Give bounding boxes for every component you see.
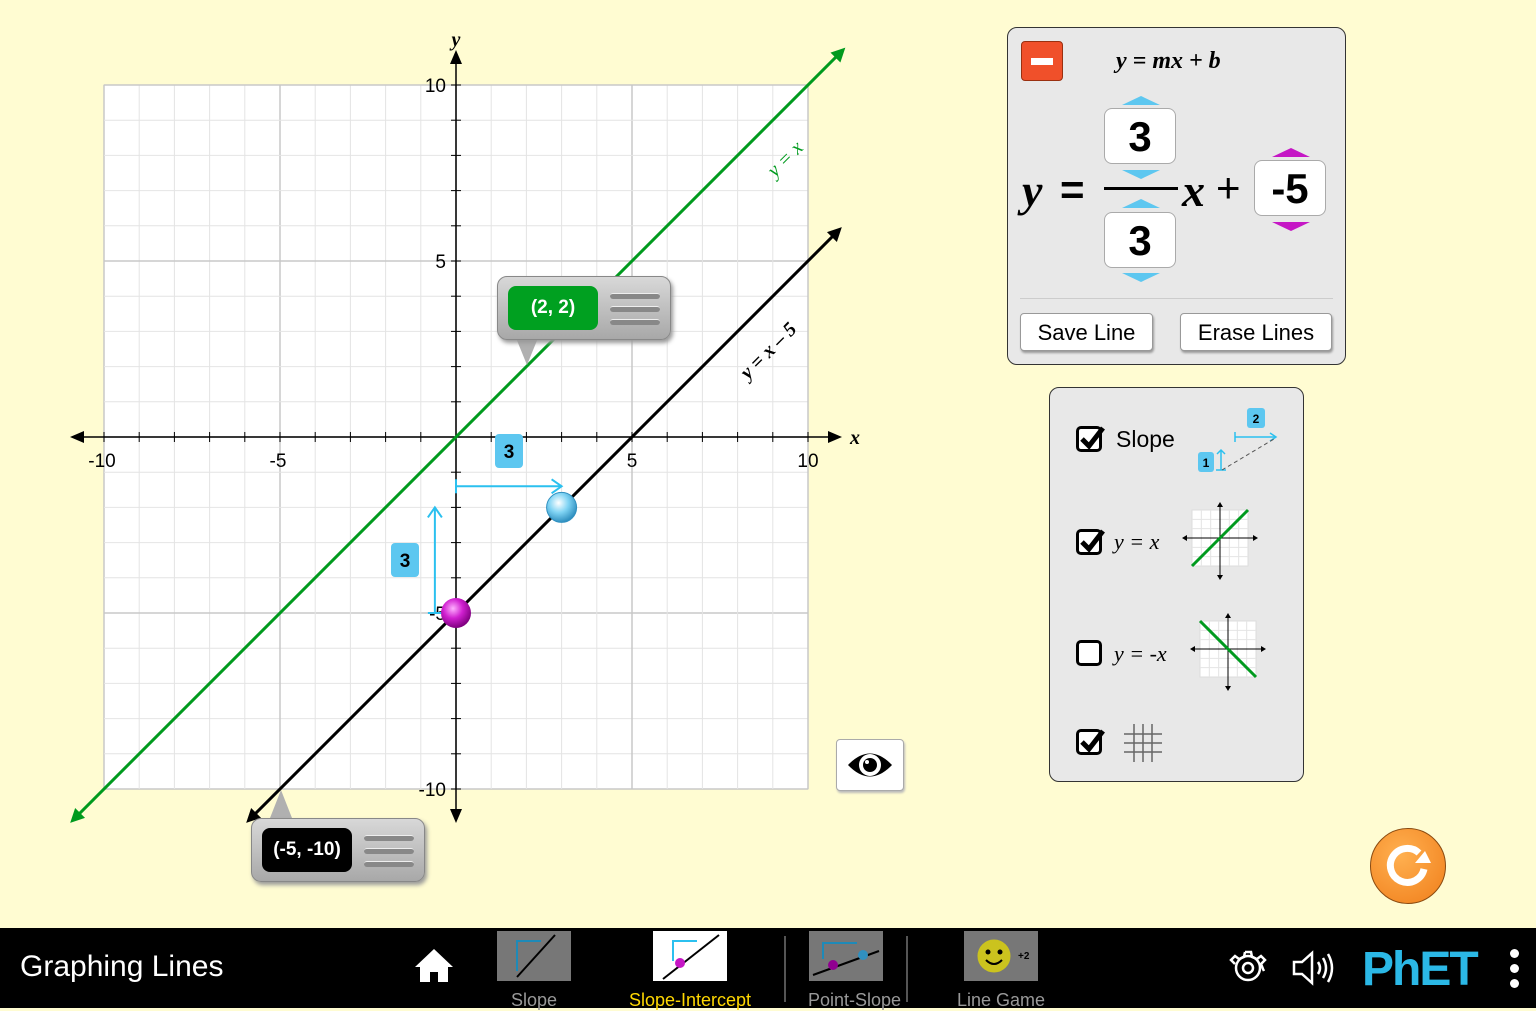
reset-all-button[interactable] [1370, 828, 1446, 904]
slope-intercept-screen-icon [653, 931, 727, 981]
grip-icon [610, 293, 660, 299]
mini-arrow [1253, 535, 1258, 541]
point-tool-value: (2, 2) [508, 286, 598, 330]
grip-icon [364, 848, 414, 854]
point-tool-bottom[interactable]: (-5, -10) [251, 818, 425, 882]
grip-icon [364, 861, 414, 867]
sound-icon[interactable] [1290, 948, 1336, 988]
grip-icon [364, 835, 414, 841]
y-equals-x-checkbox[interactable] [1076, 529, 1105, 555]
rise-increment-arrow[interactable] [1122, 96, 1160, 105]
checkmark-icon [1080, 529, 1105, 553]
slope-option-label: Slope [1116, 426, 1175, 452]
x-axis-label: x [849, 427, 860, 449]
x-axis-arrow-left [70, 431, 84, 443]
checkmark-icon [1080, 729, 1105, 753]
slope-checkbox[interactable] [1076, 426, 1105, 452]
equation-form-title: y = mx + b [1116, 48, 1221, 74]
menu-dot[interactable] [1510, 949, 1519, 958]
point-slope-screen-icon [809, 931, 883, 981]
x-tick-label: -10 [88, 451, 115, 472]
mini-arrow [1190, 646, 1195, 652]
y-symbol: y [1022, 165, 1043, 216]
separator [906, 936, 908, 1002]
run-increment-arrow[interactable] [1122, 199, 1160, 208]
y-equals-negative-x-icon [1190, 613, 1266, 691]
menu-dot[interactable] [1510, 979, 1519, 988]
mini-arrow [1182, 535, 1187, 541]
rise-picker[interactable]: 3 [1104, 108, 1176, 164]
y-equals-negative-x-checkbox[interactable] [1076, 640, 1102, 666]
divider [1020, 298, 1333, 299]
menu-dot[interactable] [1510, 964, 1519, 973]
intercept-point-handle[interactable] [441, 598, 471, 628]
intercept-picker[interactable]: -5 [1254, 160, 1326, 216]
navigation-bar: Graphing Lines Slope Slope-Intercept Poi… [0, 928, 1536, 1011]
show-lines-toggle-button[interactable] [836, 739, 904, 791]
options-panel: Slope 2 1 y = x y = -x [1049, 387, 1304, 782]
x-tick-label: -5 [270, 451, 287, 472]
grid-checkbox[interactable] [1076, 729, 1105, 755]
screen-tab-point-slope[interactable]: Point-Slope [808, 931, 901, 1011]
point-tool-value: (-5, -10) [262, 828, 352, 872]
x-symbol: x [1182, 165, 1205, 216]
save-line-button[interactable]: Save Line [1020, 313, 1153, 351]
mini-arrow [1225, 613, 1231, 618]
x-tick-label: 10 [797, 451, 818, 472]
y-equals-negative-x-label: y = -x [1114, 641, 1167, 666]
grip-icon [610, 306, 660, 312]
svg-text:1: 1 [1203, 456, 1210, 470]
run-decrement-arrow[interactable] [1122, 273, 1160, 282]
run-value: 3 [504, 442, 515, 463]
eye-icon [848, 753, 892, 777]
app-title: Graphing Lines [20, 950, 224, 983]
y-axis-label: y [450, 29, 461, 51]
slope-option-icon: 2 1 [1198, 408, 1278, 472]
y-tick-label: -10 [419, 780, 446, 801]
intercept-increment-arrow[interactable] [1272, 148, 1310, 157]
slope-screen-icon [497, 931, 571, 981]
y-axis-arrow-down [450, 809, 462, 823]
intercept-decrement-arrow[interactable] [1272, 222, 1310, 231]
mini-arrow [1261, 646, 1266, 652]
separator [784, 936, 786, 1002]
gear-icon[interactable] [1228, 948, 1268, 988]
run-picker[interactable]: 3 [1104, 212, 1176, 268]
grid-icon [1124, 724, 1162, 762]
y-axis-arrow-up [450, 50, 462, 64]
checkmark-icon [1080, 426, 1105, 450]
y-tick-label: 5 [435, 252, 446, 273]
mini-arrow [1217, 575, 1223, 580]
equation-panel: y = mx + b 3 3 y = x + -5 Save Line Eras… [1007, 27, 1346, 365]
mini-arrow [1217, 502, 1223, 507]
grip-icon [610, 319, 660, 325]
fraction-bar [1104, 187, 1178, 190]
svg-text:2: 2 [1253, 412, 1260, 426]
point-tool-top[interactable]: (2, 2) [497, 276, 671, 340]
home-icon[interactable] [413, 946, 455, 984]
rise-decrement-arrow[interactable] [1122, 170, 1160, 179]
x-axis-arrow-right [828, 431, 842, 443]
equals-sign: = [1060, 166, 1085, 213]
rise-value: 3 [400, 551, 411, 572]
phet-logo[interactable]: PhET [1362, 942, 1479, 997]
svg-text:+2: +2 [1018, 951, 1030, 962]
erase-lines-button[interactable]: Erase Lines [1180, 313, 1332, 351]
y-tick-label: 10 [425, 76, 446, 97]
y-equals-x-icon [1182, 502, 1258, 580]
mini-arrow [1225, 686, 1231, 691]
slope-point-handle[interactable] [546, 491, 578, 523]
line-game-screen-icon: +2 [964, 931, 1038, 981]
y-equals-x-label: y = x [1114, 529, 1160, 554]
screen-tab-slope[interactable]: Slope [497, 931, 571, 1011]
x-tick-label: 5 [627, 451, 638, 472]
reset-icon [1386, 844, 1431, 886]
plus-sign: + [1216, 164, 1241, 211]
screen-tab-line-game[interactable]: +2 Line Game [952, 931, 1050, 1011]
screen-tab-slope-intercept[interactable]: Slope-Intercept [622, 931, 758, 1011]
collapse-button[interactable] [1021, 41, 1063, 81]
